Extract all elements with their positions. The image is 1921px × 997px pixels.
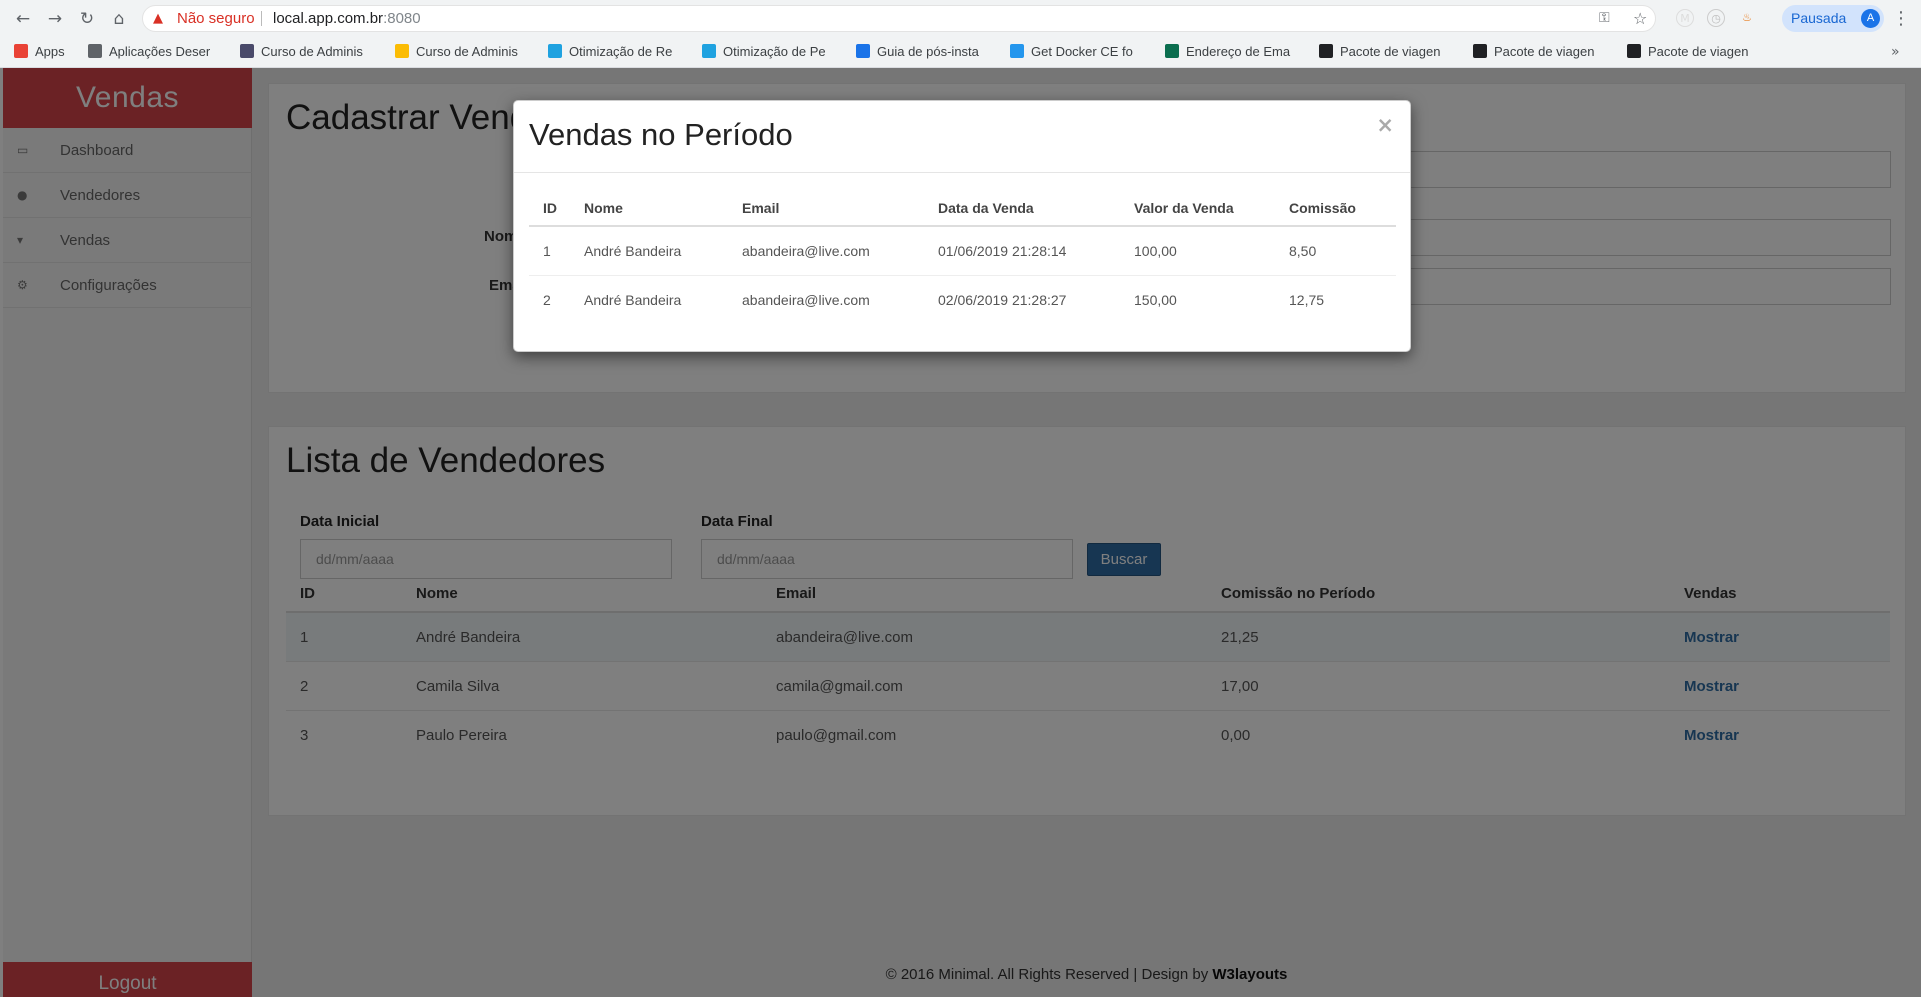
modal-title: Vendas no Período [529,117,793,152]
forward-arrow-icon[interactable]: → [43,7,67,31]
bookmark-favicon-icon [1010,44,1024,58]
column-header: Data da Venda [938,200,1034,216]
vendas-table: ID Nome Email Data da Venda Valor da Ven… [529,189,1396,325]
bookmark-item[interactable]: Get Docker CE fo [1010,42,1150,62]
bookmark-item[interactable]: Pacote de viagen [1627,42,1767,62]
bookmark-favicon-icon [1319,44,1333,58]
extension-clock-icon[interactable]: ◷ [1707,9,1725,27]
bookmark-label: Otimização de Re [569,44,673,59]
cell-nome: André Bandeira [584,292,682,308]
profile-button[interactable]: Pausada A [1782,5,1884,32]
kebab-menu-icon[interactable]: ⋮ [1892,7,1910,31]
bookmark-item[interactable]: Aplicações Deser [88,42,228,62]
bookmark-item[interactable]: Apps [14,42,84,62]
table-header: ID Nome Email Data da Venda Valor da Ven… [529,189,1396,227]
cell-id: 1 [543,243,551,259]
bookmark-favicon-icon [548,44,562,58]
bookmark-item[interactable]: Guia de pós-insta [856,42,996,62]
bookmark-favicon-icon [395,44,409,58]
column-header: Email [742,200,780,216]
more-bookmarks-icon[interactable]: » [1891,42,1900,62]
browser-toolbar: ← → ↻ ⌂ ▲ Não seguro local.app.com.br:80… [0,0,1921,37]
bookmark-label: Guia de pós-insta [877,44,979,59]
bookmark-favicon-icon [1473,44,1487,58]
column-header: ID [543,200,557,216]
table-row: 1 André Bandeira abandeira@live.com 01/0… [529,227,1396,276]
cell-nome: André Bandeira [584,243,682,259]
security-label: Não seguro [177,10,255,27]
column-header: Valor da Venda [1134,200,1234,216]
cell-email: abandeira@live.com [742,243,870,259]
bookmark-label: Curso de Adminis [416,44,518,59]
bookmark-favicon-icon [240,44,254,58]
bookmark-label: Otimização de Pe [723,44,826,59]
address-bar[interactable]: ▲ Não seguro local.app.com.br:8080 ⚿ ☆ [142,5,1656,32]
cell-id: 2 [543,292,551,308]
bookmark-item[interactable]: Pacote de viagen [1473,42,1613,62]
bookmark-favicon-icon [1165,44,1179,58]
bookmark-label: Curso de Adminis [261,44,363,59]
bookmark-favicon-icon [88,44,102,58]
column-header: Nome [584,200,623,216]
bookmark-item[interactable]: Curso de Adminis [240,42,380,62]
bookmark-item[interactable]: Otimização de Pe [702,42,842,62]
bookmarks-bar: Apps Aplicações Deser Curso de Adminis Curs… [0,37,1921,68]
bookmark-item[interactable]: Pacote de viagen [1319,42,1459,62]
bookmark-label: Pacote de viagen [1340,44,1441,59]
url-host: local.app.com.br [273,10,384,27]
bookmark-favicon-icon [1627,44,1641,58]
extension-m-icon[interactable]: M [1676,9,1694,27]
key-icon[interactable]: ⚿ [1599,6,1610,31]
close-icon[interactable]: × [1376,113,1394,137]
home-icon[interactable]: ⌂ [107,7,131,31]
bookmark-label: Pacote de viagen [1648,44,1749,59]
bookmark-label: Aplicações Deser [109,44,211,59]
warning-icon: ▲ [153,11,163,26]
avatar: A [1861,9,1880,28]
divider [261,11,262,26]
url-port: :8080 [383,10,421,27]
bookmark-label: Endereço de Ema [1186,44,1291,59]
bookmark-label: Apps [35,44,65,59]
bookmark-label: Pacote de viagen [1494,44,1595,59]
extension-fire-icon[interactable]: ♨ [1738,9,1756,27]
bookmark-label: Get Docker CE fo [1031,44,1133,59]
cell-email: abandeira@live.com [742,292,870,308]
cell-comissao: 8,50 [1289,243,1317,259]
bookmark-favicon-icon [702,44,716,58]
bookmark-item[interactable]: Endereço de Ema [1165,42,1305,62]
modal-header: Vendas no Período × [514,101,1410,173]
url-text: local.app.com.br:8080 [273,6,421,31]
bookmark-item[interactable]: Otimização de Re [548,42,688,62]
bookmark-favicon-icon [856,44,870,58]
vendas-periodo-modal: Vendas no Período × ID Nome Email Data d… [513,100,1411,352]
apps-grid-icon [14,44,28,58]
cell-data: 02/06/2019 21:28:27 [938,292,1067,308]
column-header: Comissão [1289,200,1356,216]
bookmark-item[interactable]: Curso de Adminis [395,42,535,62]
back-arrow-icon[interactable]: ← [11,7,35,31]
cell-data: 01/06/2019 21:28:14 [938,243,1067,259]
reload-icon[interactable]: ↻ [75,7,99,31]
bookmark-star-icon[interactable]: ☆ [1633,6,1647,31]
cell-comissao: 12,75 [1289,292,1325,308]
table-row: 2 André Bandeira abandeira@live.com 02/0… [529,276,1396,325]
cell-valor: 100,00 [1134,243,1177,259]
profile-label: Pausada [1791,10,1847,26]
cell-valor: 150,00 [1134,292,1177,308]
